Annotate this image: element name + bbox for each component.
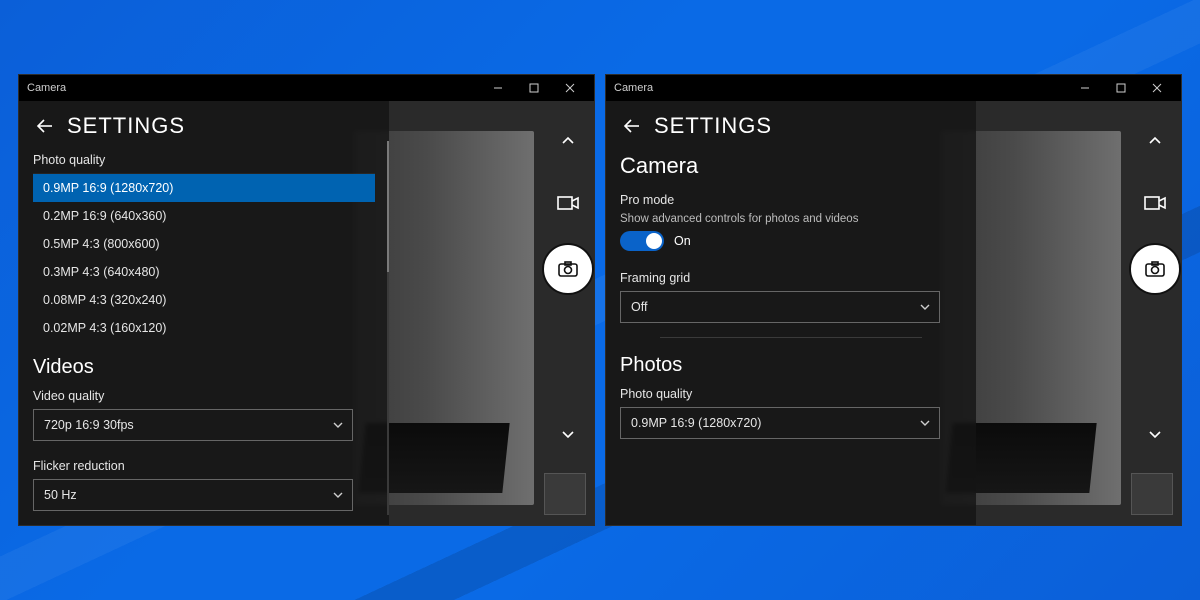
pro-mode-state: On [674, 234, 691, 248]
app-title: Camera [27, 82, 66, 94]
chevron-up-icon[interactable] [548, 121, 588, 161]
settings-header: SETTINGS [67, 113, 185, 139]
photo-quality-select[interactable]: 0.9MP 16:9 (1280x720) [620, 407, 940, 439]
titlebar: Camera [606, 75, 1181, 101]
photo-quality-option[interactable]: 0.9MP 16:9 (1280x720) [33, 174, 375, 202]
pro-mode-desc: Show advanced controls for photos and vi… [620, 213, 962, 225]
photo-quality-option[interactable]: 0.02MP 4:3 (160x120) [33, 314, 375, 342]
chevron-down-icon[interactable] [1135, 415, 1175, 455]
settings-panel: SETTINGS Camera Pro mode Show advanced c… [606, 101, 976, 525]
photo-quality-option[interactable]: 0.3MP 4:3 (640x480) [33, 258, 375, 286]
settings-header: SETTINGS [654, 113, 772, 139]
video-quality-value: 720p 16:9 30fps [44, 418, 332, 432]
minimize-button[interactable] [480, 75, 516, 101]
photo-quality-value: 0.9MP 16:9 (1280x720) [631, 416, 919, 430]
framing-grid-value: Off [631, 300, 919, 314]
photo-quality-label: Photo quality [33, 153, 375, 167]
photo-quality-option[interactable]: 0.08MP 4:3 (320x240) [33, 286, 375, 314]
video-quality-label: Video quality [33, 389, 375, 403]
minimize-button[interactable] [1067, 75, 1103, 101]
camera-window-left: Camera SETTINGS Photo qu [18, 74, 595, 526]
video-mode-icon[interactable] [548, 183, 588, 223]
shutter-button[interactable] [1131, 245, 1179, 293]
framing-grid-label: Framing grid [620, 271, 962, 285]
photo-quality-label: Photo quality [620, 387, 962, 401]
right-sidebar [542, 101, 594, 525]
close-button[interactable] [1139, 75, 1175, 101]
maximize-button[interactable] [1103, 75, 1139, 101]
photo-quality-option[interactable]: 0.2MP 16:9 (640x360) [33, 202, 375, 230]
right-sidebar [1129, 101, 1181, 525]
photos-section-header: Photos [620, 354, 962, 377]
scrollbar[interactable] [387, 141, 389, 515]
video-mode-icon[interactable] [1135, 183, 1175, 223]
chevron-up-icon[interactable] [1135, 121, 1175, 161]
divider [660, 337, 922, 338]
videos-section-header: Videos [33, 356, 375, 379]
titlebar: Camera [19, 75, 594, 101]
gallery-thumbnail[interactable] [544, 473, 586, 515]
back-button[interactable] [620, 114, 644, 138]
maximize-button[interactable] [516, 75, 552, 101]
settings-panel: SETTINGS Photo quality 0.9MP 16:9 (1280x… [19, 101, 389, 525]
photo-quality-option[interactable]: 0.5MP 4:3 (800x600) [33, 230, 375, 258]
shutter-button[interactable] [544, 245, 592, 293]
pro-mode-toggle[interactable] [620, 231, 664, 251]
back-button[interactable] [33, 114, 57, 138]
camera-section-header: Camera [620, 153, 962, 179]
pro-mode-label: Pro mode [620, 193, 962, 207]
flicker-select[interactable]: 50 Hz [33, 479, 353, 511]
video-quality-select[interactable]: 720p 16:9 30fps [33, 409, 353, 441]
flicker-label: Flicker reduction [33, 459, 375, 473]
close-button[interactable] [552, 75, 588, 101]
framing-grid-select[interactable]: Off [620, 291, 940, 323]
gallery-thumbnail[interactable] [1131, 473, 1173, 515]
flicker-value: 50 Hz [44, 488, 332, 502]
camera-window-right: Camera SETTINGS Camera P [605, 74, 1182, 526]
photo-quality-options: 0.9MP 16:9 (1280x720) 0.2MP 16:9 (640x36… [33, 173, 375, 342]
app-title: Camera [614, 82, 653, 94]
chevron-down-icon[interactable] [548, 415, 588, 455]
